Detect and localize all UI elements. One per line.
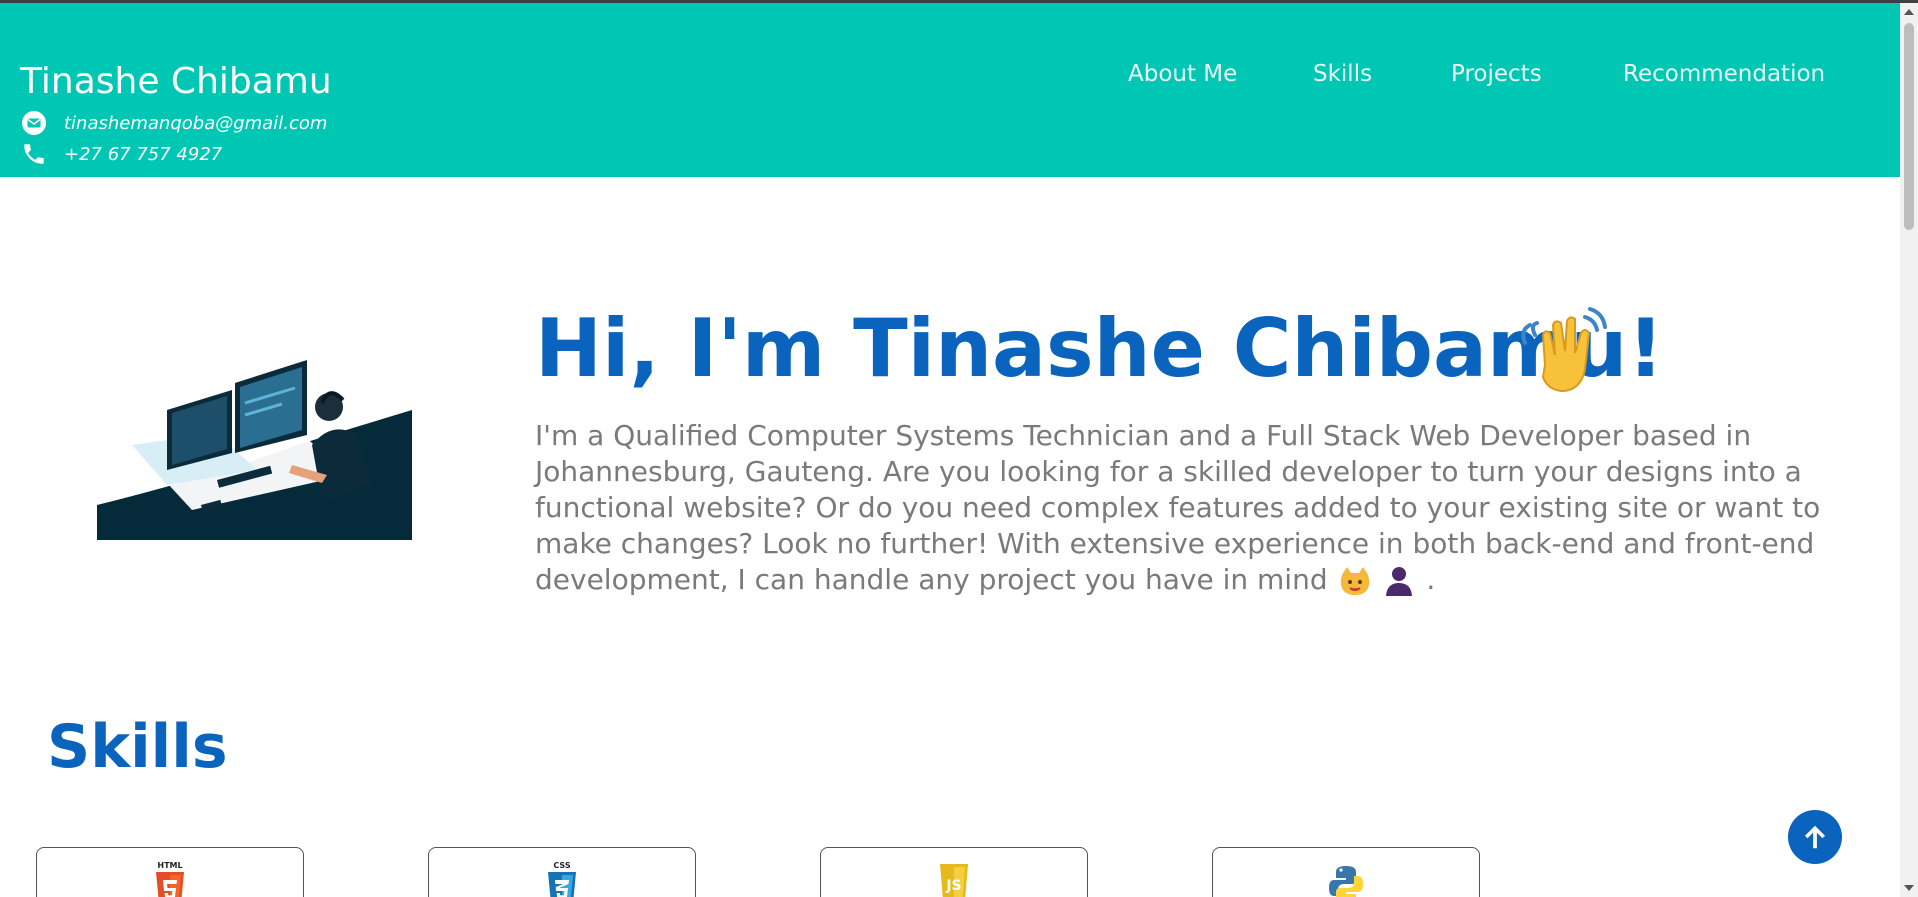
svg-text:JS: JS — [945, 878, 961, 894]
svg-text:HTML: HTML — [157, 861, 182, 870]
skill-card-javascript[interactable]: JS — [820, 847, 1088, 897]
scroll-to-top-button[interactable] — [1788, 810, 1842, 864]
hero-description-end: . — [1426, 563, 1436, 596]
python-icon — [1326, 860, 1366, 897]
scrollbar-thumb[interactable] — [1904, 23, 1914, 230]
hero-description-text: I'm a Qualified Computer Systems Technic… — [535, 419, 1821, 596]
hero-title: Hi, I'm Tinashe Chibamu! — [535, 302, 1664, 395]
skill-card-html[interactable]: HTML — [36, 847, 304, 897]
hero-description: I'm a Qualified Computer Systems Technic… — [535, 418, 1835, 599]
scroll-down-arrow-icon[interactable] — [1904, 885, 1914, 891]
skills-heading: Skills — [47, 712, 228, 782]
nav-recommendation[interactable]: Recommendation — [1623, 61, 1825, 97]
scroll-up-arrow-icon[interactable] — [1904, 9, 1914, 15]
developer-illustration — [97, 325, 412, 540]
vertical-scrollbar[interactable] — [1900, 3, 1918, 897]
nav-projects[interactable]: Projects — [1451, 61, 1542, 97]
nav-about-me[interactable]: About Me — [1128, 61, 1237, 97]
javascript-icon: JS — [936, 860, 972, 897]
phone-text[interactable]: +27 67 757 4927 — [64, 144, 222, 165]
contact-email[interactable]: tinashemanqoba@gmail.com — [20, 109, 327, 137]
skill-card-python[interactable] — [1212, 847, 1480, 897]
contact-phone[interactable]: +27 67 757 4927 — [20, 140, 222, 168]
email-text[interactable]: tinashemanqoba@gmail.com — [64, 113, 327, 134]
phone-icon — [20, 140, 48, 168]
cat-face-icon — [1337, 563, 1373, 599]
nav-skills[interactable]: Skills — [1313, 61, 1372, 97]
site-name: Tinashe Chibamu — [20, 61, 332, 102]
arrow-up-icon — [1805, 825, 1825, 849]
waving-hand-icon — [1515, 305, 1607, 397]
mail-icon — [20, 109, 48, 137]
skill-card-css[interactable]: CSS — [428, 847, 696, 897]
person-silhouette-icon — [1381, 563, 1417, 599]
svg-text:CSS: CSS — [553, 861, 570, 870]
site-header: Tinashe Chibamu tinashemanqoba@gmail.com… — [0, 3, 1900, 177]
html5-icon: HTML — [152, 860, 188, 897]
css3-icon: CSS — [544, 860, 580, 897]
